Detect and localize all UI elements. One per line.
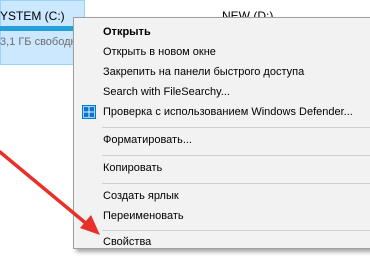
red-arrow-icon: [0, 150, 100, 235]
